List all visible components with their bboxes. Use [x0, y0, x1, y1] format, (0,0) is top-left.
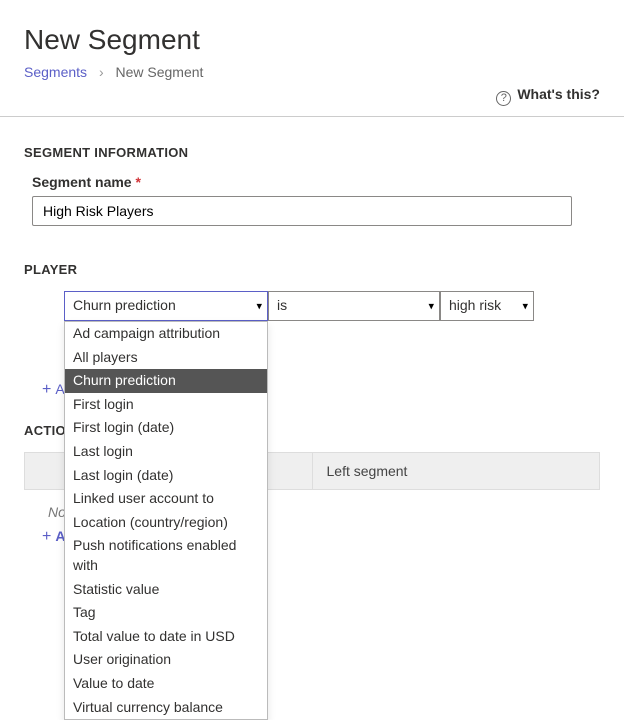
dropdown-option[interactable]: Statistic value	[65, 578, 267, 602]
dropdown-option[interactable]: Last login	[65, 440, 267, 464]
segment-name-input[interactable]	[32, 196, 572, 226]
dropdown-option[interactable]: Linked user account to	[65, 487, 267, 511]
left-segment-col: Left segment	[313, 452, 601, 490]
help-icon: ?	[496, 91, 511, 106]
dropdown-option[interactable]: Last login (date)	[65, 464, 267, 488]
filter-value-select[interactable]: high risk	[440, 291, 534, 321]
filter-field-dropdown: Ad campaign attributionAll playersChurn …	[64, 321, 268, 720]
segment-info-heading: SEGMENT INFORMATION	[24, 145, 600, 160]
plus-icon: +	[42, 528, 51, 545]
player-heading: PLAYER	[24, 262, 600, 277]
divider	[0, 116, 624, 117]
chevron-right-icon: ›	[99, 64, 104, 80]
dropdown-option[interactable]: Ad campaign attribution	[65, 322, 267, 346]
dropdown-option[interactable]: Churn prediction	[65, 369, 267, 393]
dropdown-option[interactable]: Total value to date in USD	[65, 625, 267, 649]
dropdown-option[interactable]: User origination	[65, 648, 267, 672]
dropdown-option[interactable]: Value to date	[65, 672, 267, 696]
segment-name-label: Segment name *	[32, 174, 600, 190]
dropdown-option[interactable]: Push notifications enabled with	[65, 534, 267, 577]
breadcrumb-root-link[interactable]: Segments	[24, 64, 87, 80]
dropdown-option[interactable]: First login (date)	[65, 416, 267, 440]
dropdown-option[interactable]: All players	[65, 346, 267, 370]
breadcrumb-current: New Segment	[116, 64, 204, 80]
plus-icon: +	[42, 381, 51, 398]
dropdown-option[interactable]: Tag	[65, 601, 267, 625]
filter-op-select[interactable]: is	[268, 291, 440, 321]
required-indicator: *	[135, 174, 140, 190]
filter-field-select[interactable]: Churn prediction	[64, 291, 268, 321]
page-title: New Segment	[24, 24, 600, 56]
breadcrumb: Segments › New Segment	[24, 64, 600, 80]
dropdown-option[interactable]: First login	[65, 393, 267, 417]
whats-this-label: What's this?	[517, 86, 600, 102]
dropdown-option[interactable]: Location (country/region)	[65, 511, 267, 535]
whats-this-link[interactable]: ? What's this?	[496, 86, 600, 106]
dropdown-option[interactable]: Virtual currency balance	[65, 696, 267, 720]
